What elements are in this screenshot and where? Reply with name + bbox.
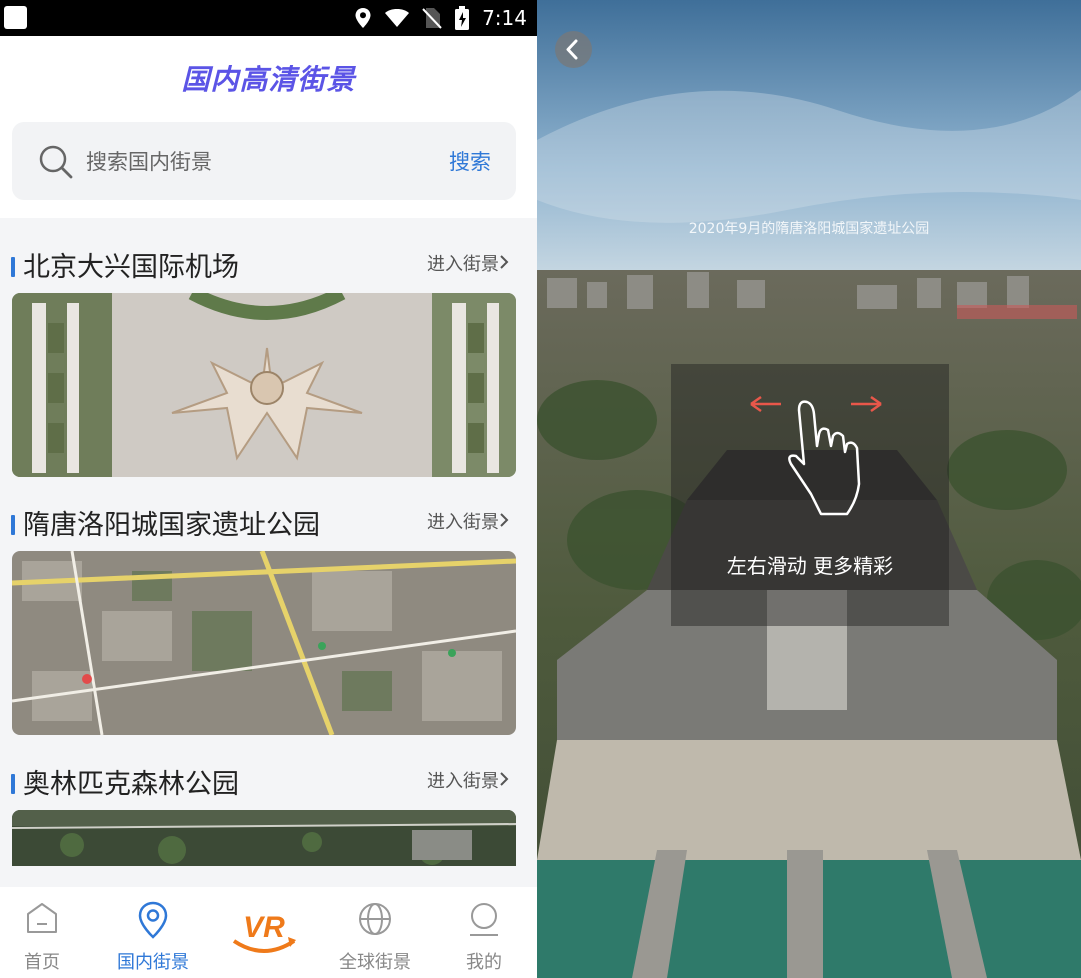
location-status-icon: [355, 8, 371, 28]
no-sim-icon: [422, 8, 442, 29]
enter-streetview-link[interactable]: 进入街景: [427, 508, 499, 534]
olympic-park-thumbnail[interactable]: [12, 810, 516, 866]
page-title: 国内高清街景: [181, 63, 356, 96]
swipe-hand-icon: [750, 395, 882, 516]
nav-label: 国内街景: [117, 952, 189, 973]
search-button[interactable]: 搜索: [449, 146, 491, 176]
location-pin-icon: [138, 901, 168, 939]
enter-streetview-link[interactable]: 进入街景: [427, 250, 499, 276]
luoyang-thumbnail[interactable]: [12, 551, 516, 735]
search-input[interactable]: 搜索国内街景: [86, 146, 212, 176]
notification-icon: [4, 6, 27, 29]
search-bar[interactable]: 搜索国内街景 搜索: [12, 122, 516, 200]
nav-global-streetview[interactable]: 全球街景: [325, 887, 425, 978]
section-marker: [11, 515, 15, 535]
nav-home[interactable]: 首页: [0, 887, 92, 978]
globe-icon: [359, 903, 391, 935]
user-icon: [470, 903, 498, 936]
bottom-navigation: 首页 国内街景 VR 全球街景 我的: [0, 887, 537, 978]
chevron-right-icon[interactable]: [499, 771, 509, 787]
nav-vr[interactable]: VR: [214, 887, 314, 978]
wifi-icon: [385, 9, 410, 27]
nav-label: 首页: [24, 952, 60, 973]
search-icon: [39, 145, 73, 179]
nav-domestic-streetview[interactable]: 国内街景: [103, 887, 203, 978]
chevron-right-icon[interactable]: [499, 512, 509, 528]
section-marker: [11, 774, 15, 794]
svg-text:VR: VR: [243, 911, 285, 944]
swipe-hint-overlay: 左右滑动 更多精彩: [671, 364, 949, 626]
panorama-viewer[interactable]: 2020年9月的隋唐洛阳城国家遗址公园 左右滑动 更多精彩: [537, 0, 1081, 978]
section-marker: [11, 257, 15, 277]
chevron-right-icon[interactable]: [499, 254, 509, 270]
enter-streetview-link[interactable]: 进入街景: [427, 767, 499, 793]
chevron-left-icon: [566, 39, 578, 60]
panorama-caption: 2020年9月的隋唐洛阳城国家遗址公园: [688, 221, 930, 237]
status-time: 7:14: [482, 6, 527, 30]
back-button[interactable]: [555, 31, 592, 68]
section-title: 奥林匹克森林公园: [23, 769, 239, 800]
airport-thumbnail[interactable]: [12, 293, 516, 477]
swipe-hint-text: 左右滑动 更多精彩: [726, 554, 894, 578]
section-title: 北京大兴国际机场: [23, 252, 239, 283]
left-phone-screen: 7:14 国内高清街景 搜索国内街景 搜索 北京大兴国际机场 进入街景 隋唐洛阳…: [0, 0, 537, 978]
nav-label: 全球街景: [339, 952, 411, 973]
battery-charging-icon: [455, 6, 470, 30]
home-icon: [27, 903, 57, 933]
header: 国内高清街景 搜索国内街景 搜索: [0, 36, 537, 218]
vr-logo-icon: VR: [232, 911, 296, 953]
nav-label: 我的: [466, 952, 502, 973]
status-bar: 7:14: [0, 0, 537, 36]
section-title: 隋唐洛阳城国家遗址公园: [23, 510, 320, 541]
nav-mine[interactable]: 我的: [434, 887, 534, 978]
